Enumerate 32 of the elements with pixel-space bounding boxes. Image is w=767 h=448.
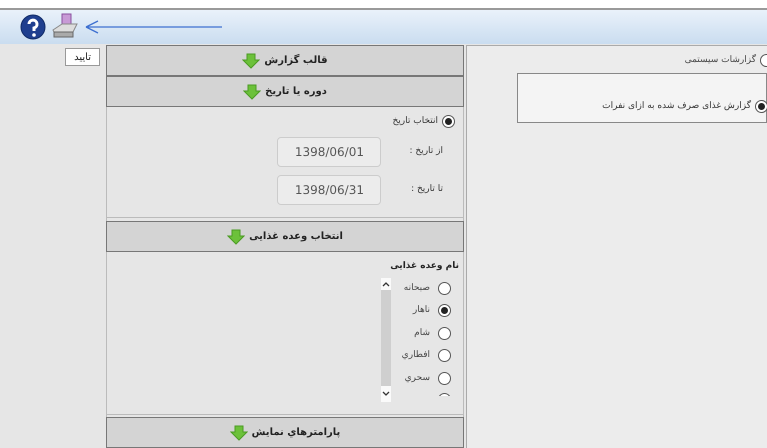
scrollbar[interactable] <box>381 278 391 402</box>
radio-button[interactable] <box>438 282 451 295</box>
date-field[interactable]: 1398/06/01 <box>277 136 381 166</box>
section-header[interactable]: پارامترهاي نمايش <box>106 417 464 448</box>
report-option[interactable]: گزارش غذای صرف شده به ازای نفرات <box>602 100 751 113</box>
field-label: از تاریخ : <box>408 144 443 158</box>
down-arrow-icon <box>242 52 260 68</box>
down-arrow-icon <box>243 84 262 100</box>
confirm-button[interactable]: تایید <box>65 48 100 66</box>
scrollbar-thumb[interactable] <box>381 290 391 386</box>
radio-label: انتخاب تاریخ <box>392 115 438 128</box>
section-header[interactable]: دوره یا تاریخ <box>106 76 464 107</box>
date-field[interactable]: 1398/06/31 <box>277 174 381 204</box>
meal-option[interactable]: سحري <box>404 372 430 385</box>
list-label: نام وعده غذایی <box>389 260 459 273</box>
section-header[interactable]: انتخاب وعده غذایی <box>106 221 464 252</box>
help-icon[interactable] <box>20 14 46 40</box>
meal-option[interactable]: ناهار <box>412 304 430 318</box>
field-label: تا تاریخ : <box>410 182 443 196</box>
radio-button[interactable] <box>438 326 451 340</box>
meal-option[interactable]: افطاري <box>402 349 430 362</box>
radio-button[interactable] <box>755 100 767 113</box>
meal-option[interactable]: شام <box>414 326 430 340</box>
radio-button[interactable] <box>438 304 451 318</box>
radio-button[interactable] <box>442 115 455 128</box>
radio-button[interactable] <box>438 349 451 362</box>
group-label: گزارشات سیستمی <box>684 54 756 67</box>
down-arrow-icon <box>230 424 248 440</box>
down-arrow-icon <box>227 228 246 244</box>
meal-option[interactable]: صبحانه <box>404 282 430 295</box>
section-header[interactable]: قالب گزارش <box>106 45 464 76</box>
radio-button[interactable] <box>438 372 451 385</box>
